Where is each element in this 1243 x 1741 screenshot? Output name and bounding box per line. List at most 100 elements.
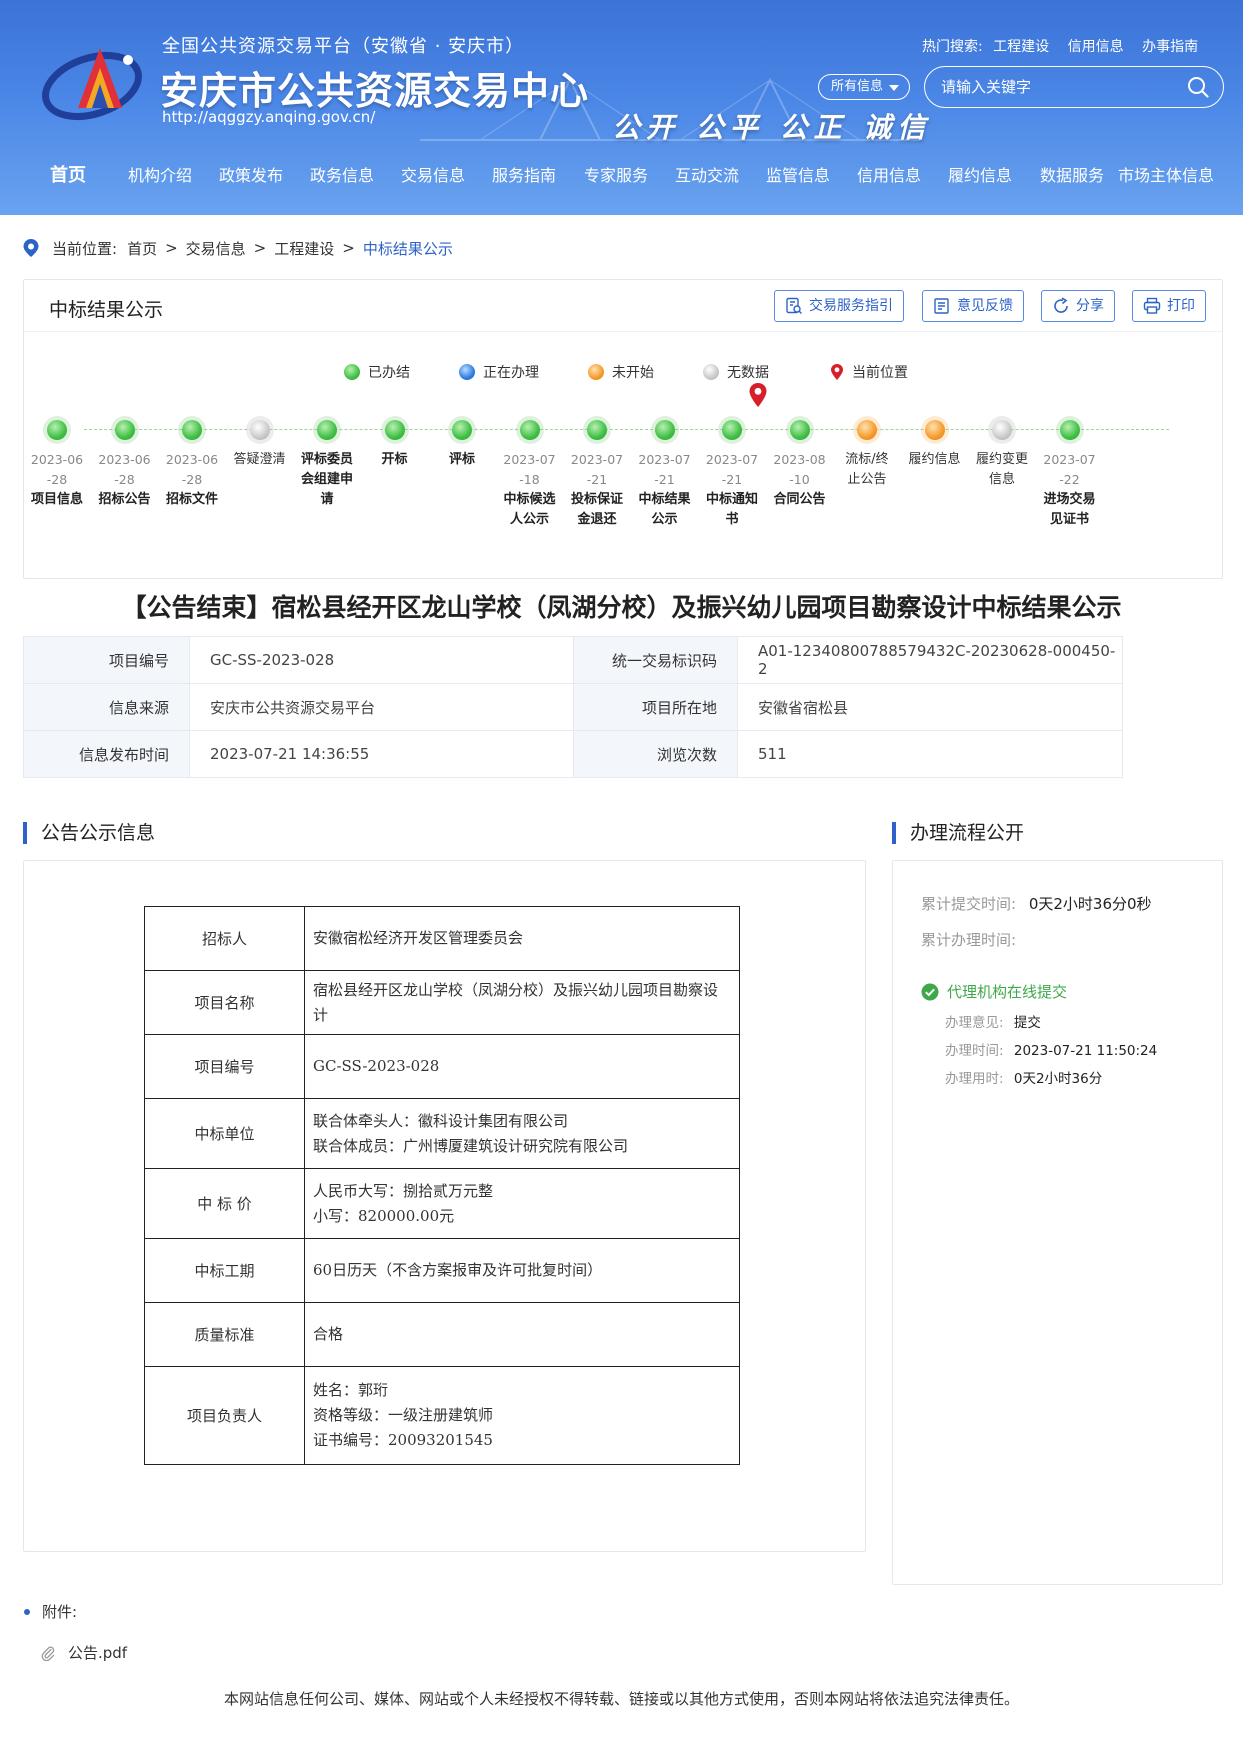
site-url[interactable]: http://aqggzy.anqing.gov.cn/ (162, 108, 375, 126)
progress-step[interactable]: 评标委员会组建申请 (299, 420, 355, 510)
legend-todo: 未开始 (588, 362, 654, 382)
service-guide-button[interactable]: 交易服务指引 (774, 290, 904, 322)
breadcrumb-separator: > (342, 239, 355, 257)
hot-link-engineering[interactable]: 工程建设 (993, 39, 1049, 55)
progress-step-name: 合同公告 (773, 492, 826, 507)
hot-link-guide[interactable]: 办事指南 (1142, 39, 1198, 55)
progress-step-date: 2023-07-21 (570, 452, 624, 487)
nav-trade-info[interactable]: 交易信息 (401, 160, 465, 192)
nav-gov-info[interactable]: 政务信息 (310, 160, 374, 192)
notice-row-line: 宿松县经开区龙山学校（凤湖分校）及振兴幼儿园项目勘察设计 (313, 980, 719, 1024)
flow-section-title: 办理流程公开 (892, 822, 1024, 844)
site-title[interactable]: 安庆市公共资源交易中心 (160, 60, 589, 115)
done-status-dot-icon (654, 420, 675, 440)
location-label: 项目所在地 (573, 683, 738, 731)
done-status-dot-icon (114, 420, 135, 440)
nav-about[interactable]: 机构介绍 (128, 160, 192, 192)
print-button[interactable]: 打印 (1132, 290, 1206, 322)
done-dot-icon (344, 364, 360, 380)
progress-step[interactable]: 流标/终止公告 (839, 420, 895, 490)
legend-doing: 正在办理 (459, 362, 539, 382)
notice-row-key: 质量标准 (144, 1302, 305, 1367)
attachment-file[interactable]: 公告.pdf (40, 1642, 127, 1663)
legend-done-label: 已办结 (368, 365, 410, 381)
nav-policy[interactable]: 政策发布 (219, 160, 283, 192)
attachment-file-name[interactable]: 公告.pdf (68, 1642, 127, 1663)
search-scope-select[interactable]: 所有信息 (818, 74, 910, 100)
feedback-button[interactable]: 意见反馈 (922, 290, 1024, 322)
search-icon[interactable] (1187, 76, 1209, 98)
breadcrumb-home[interactable]: 首页 (127, 238, 157, 259)
nav-data-service[interactable]: 数据服务 (1040, 160, 1104, 192)
progress-panel: 中标结果公示 交易服务指引 意见反馈 分享 打印 已办结 正在办理 未开始 无数… (23, 279, 1223, 579)
nav-home[interactable]: 首页 (50, 160, 86, 192)
flow-duration-row: 办理用时: 0天2小时36分 (945, 1067, 1102, 1087)
progress-step[interactable]: 2023-06-28 招标公告 (97, 420, 153, 510)
notice-row-line: GC-SS-2023-028 (313, 1057, 440, 1075)
nav-performance[interactable]: 履约信息 (948, 160, 1012, 192)
progress-step[interactable]: 开标 (367, 420, 423, 470)
search-placeholder: 请输入关键字 (941, 78, 1032, 96)
copyright-notice: 本网站信息任何公司、媒体、网站或个人未经授权不得转载、链接或以其他方式使用，否则… (223, 1690, 1019, 1708)
flow-step-name: 代理机构在线提交 (947, 983, 1068, 1001)
progress-step-name: 答疑澄清 (233, 452, 286, 467)
progress-step[interactable]: 2023-07-18 中标候选人公示 (502, 420, 558, 530)
trade-id-value: A01-12340800788579432C-20230628-000450-2 (737, 636, 1123, 684)
done-status-dot-icon (317, 420, 337, 440)
notice-row-line: 60日历天（不含方案报审及许可批复时间） (313, 1261, 603, 1279)
progress-step[interactable]: 2023-06-28 招标文件 (164, 420, 220, 510)
nav-expert[interactable]: 专家服务 (584, 160, 648, 192)
progress-step-name: 中标候选人公示 (503, 492, 556, 527)
nav-supervision[interactable]: 监管信息 (766, 160, 830, 192)
table-row: 中标单位 联合体牵头人：徽科设计集团有限公司 联合体成员：广州博厦建筑设计研究院有限… (144, 1098, 740, 1169)
hot-search-label: 热门搜索: (922, 39, 983, 55)
progress-step[interactable]: 2023-07-22 进场交易见证书 (1042, 420, 1098, 530)
nav-market-entity[interactable]: 市场主体信息 (1118, 160, 1214, 192)
table-row: 质量标准 合格 (144, 1302, 740, 1367)
breadcrumb-trade-info[interactable]: 交易信息 (186, 238, 246, 259)
done-status-dot-icon (722, 420, 742, 440)
progress-step[interactable]: 履约信息 (907, 420, 963, 470)
progress-step[interactable]: 2023-07-21 中标通知书 (704, 420, 760, 530)
progress-step[interactable]: 评标 (434, 420, 490, 470)
source-value: 安庆市公共资源交易平台 (189, 683, 574, 731)
nav-credit[interactable]: 信用信息 (857, 160, 921, 192)
progress-step[interactable]: 2023-08-10 合同公告 (772, 420, 828, 510)
legend-none: 无数据 (703, 362, 769, 382)
in-progress-dot-icon (459, 364, 475, 380)
not-started-dot-icon (588, 364, 604, 380)
progress-step[interactable]: 履约变更信息 (974, 420, 1030, 490)
caret-down-icon (889, 85, 899, 91)
progress-step[interactable]: 答疑澄清 (232, 420, 288, 470)
paperclip-icon (41, 1646, 55, 1661)
share-button[interactable]: 分享 (1041, 290, 1115, 322)
nav-service-guide[interactable]: 服务指南 (492, 160, 556, 192)
notice-title: 【公告结束】宿松县经开区龙山学校（凤湖分校）及振兴幼儿园项目勘察设计中标结果公示 (121, 593, 1122, 622)
views-label: 浏览次数 (573, 730, 738, 778)
progress-step[interactable]: 2023-07-21 投标保证金退还 (569, 420, 625, 530)
notice-row-value: 宿松县经开区龙山学校（凤湖分校）及振兴幼儿园项目勘察设计 (304, 970, 740, 1035)
breadcrumb-engineering[interactable]: 工程建设 (274, 238, 334, 259)
breadcrumb-label: 当前位置: (52, 239, 118, 258)
no-data-dot-icon (703, 364, 719, 380)
share-label: 分享 (1076, 298, 1104, 314)
search-input[interactable]: 请输入关键字 (924, 66, 1224, 108)
site-subtitle: 全国公共资源交易平台（安徽省 · 安庆市） (162, 36, 525, 57)
progress-step-name: 项目信息 (30, 492, 83, 507)
notice-row-value: GC-SS-2023-028 (304, 1034, 740, 1099)
notice-row-value: 姓名：郭珩 资格等级：一级注册建筑师 证书编号：20093201545 (304, 1366, 740, 1465)
nav-interaction[interactable]: 互动交流 (675, 160, 739, 192)
progress-step[interactable]: 2023-07-21 中标结果公示 (637, 420, 693, 530)
progress-step[interactable]: 2023-06-28 项目信息 (29, 420, 85, 510)
notice-row-value: 联合体牵头人：徽科设计集团有限公司 联合体成员：广州博厦建筑设计研究院有限公司 (304, 1098, 740, 1169)
handle-time-label: 累计办理时间: (921, 931, 1017, 949)
location-pin-icon (23, 239, 39, 257)
progress-step-name: 履约变更信息 (975, 452, 1028, 487)
feedback-label: 意见反馈 (957, 298, 1013, 314)
document-search-icon (786, 297, 802, 314)
location-value: 安徽省宿松县 (737, 683, 1123, 731)
flow-time-value: 2023-07-21 11:50:24 (1013, 1043, 1158, 1059)
hot-link-credit[interactable]: 信用信息 (1068, 39, 1124, 55)
table-row: 信息来源 安庆市公共资源交易平台 项目所在地 安徽省宿松县 (23, 683, 1123, 731)
submit-time-value: 0天2小时36分0秒 (1028, 895, 1152, 913)
